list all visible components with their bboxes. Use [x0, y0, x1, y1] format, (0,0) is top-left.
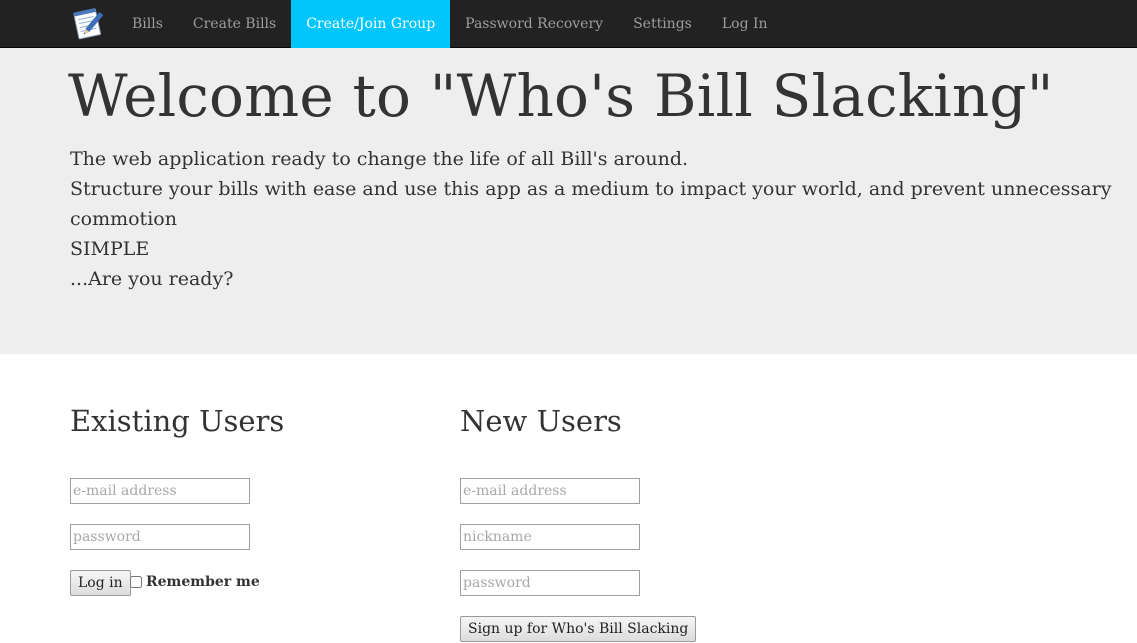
remember-me: Remember me: [130, 574, 260, 590]
remember-me-checkbox[interactable]: [130, 576, 142, 588]
existing-users-title: Existing Users: [70, 404, 285, 438]
signup-password-field[interactable]: [460, 570, 640, 596]
login-button[interactable]: Log in: [70, 570, 131, 596]
hero-banner: Welcome to "Who's Bill Slacking" The web…: [0, 48, 1137, 354]
nav-item-password-recovery[interactable]: Password Recovery: [450, 0, 618, 48]
new-users-title: New Users: [460, 404, 622, 438]
hero-title: Welcome to "Who's Bill Slacking": [68, 62, 1054, 130]
remember-me-label: Remember me: [146, 574, 260, 590]
new-users-form: New Users Sign up for Who's Bill Slackin…: [460, 404, 697, 642]
nav-item-create-bills[interactable]: Create Bills: [178, 0, 291, 48]
signup-email-field[interactable]: [460, 478, 640, 504]
hero-line: ...Are you ready?: [70, 268, 234, 290]
nav-item-bills[interactable]: Bills: [117, 0, 178, 48]
nav-item-log-in[interactable]: Log In: [707, 0, 783, 48]
notepad-pencil-icon[interactable]: [70, 6, 104, 40]
top-navbar: Bills Create Bills Create/Join Group Pas…: [0, 0, 1137, 48]
login-password-field[interactable]: [70, 524, 250, 550]
login-email-field[interactable]: [70, 478, 250, 504]
signup-nickname-field[interactable]: [460, 524, 640, 550]
hero-line: The web application ready to change the …: [70, 148, 689, 170]
nav-item-settings[interactable]: Settings: [618, 0, 707, 48]
hero-line: Structure your bills with ease and use t…: [70, 178, 1112, 230]
hero-line: SIMPLE: [70, 238, 150, 260]
hero-description: The web application ready to change the …: [70, 144, 1137, 294]
main-nav: Bills Create Bills Create/Join Group Pas…: [117, 0, 783, 48]
nav-item-create-join-group[interactable]: Create/Join Group: [291, 0, 451, 48]
signup-button[interactable]: Sign up for Who's Bill Slacking: [460, 616, 697, 642]
existing-users-form: Existing Users Log in Remember me: [70, 404, 285, 596]
